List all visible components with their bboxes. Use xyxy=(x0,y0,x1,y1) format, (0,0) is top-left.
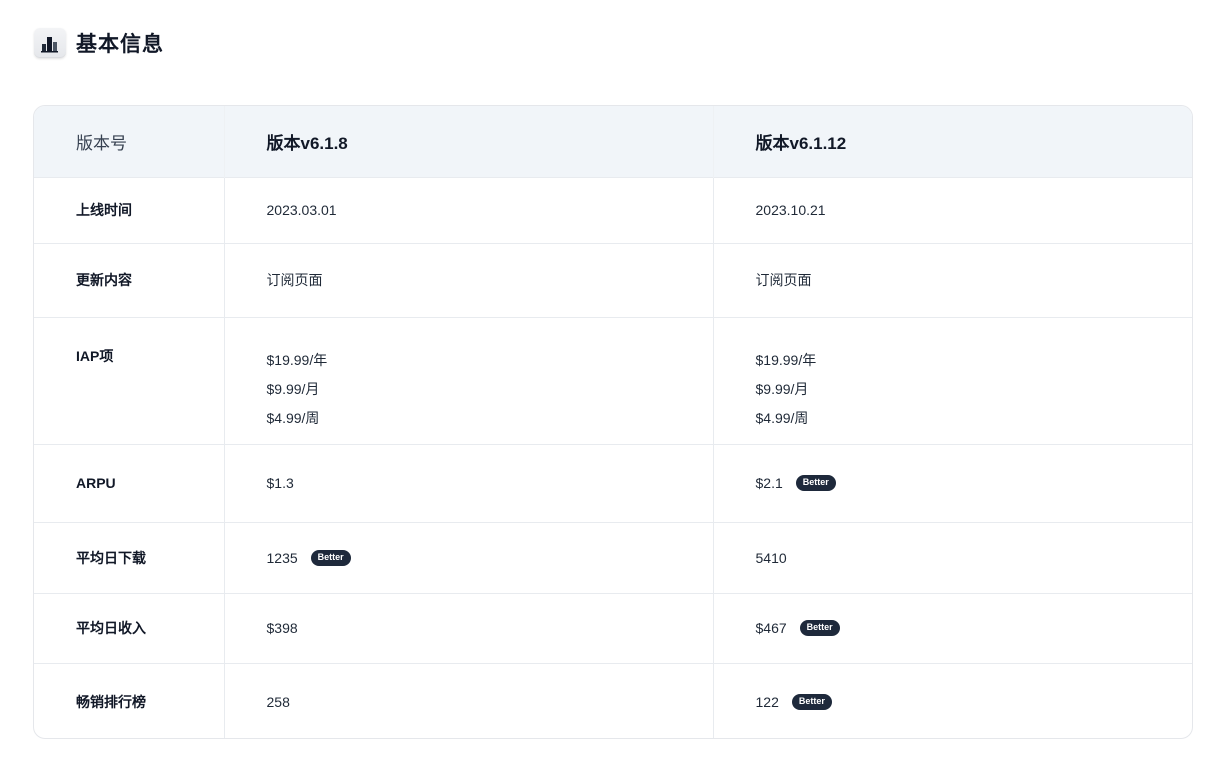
row-label-ranking: 畅销排行榜 xyxy=(34,662,224,738)
cell-arpu-v2: $2.1 Better xyxy=(712,443,1192,522)
cell-revenue-v1: $398 xyxy=(223,592,713,663)
cell-iap-v1: $19.99/年 $9.99/月 $4.99/周 xyxy=(223,316,713,444)
iap-price-weekly: $4.99/周 xyxy=(755,409,809,426)
cell-ranking-v2: 122 Better xyxy=(712,662,1192,738)
iap-price-monthly: $9.99/月 xyxy=(755,380,809,397)
better-badge: Better xyxy=(799,620,840,636)
downloads-v1-value: 1235 xyxy=(266,549,298,566)
cell-update-v1: 订阅页面 xyxy=(223,242,713,317)
better-badge: Better xyxy=(795,475,836,491)
cell-launch-v1: 2023.03.01 xyxy=(223,176,713,243)
header-version-label: 版本号 xyxy=(76,133,127,153)
cell-update-v2: 订阅页面 xyxy=(712,242,1192,317)
cell-downloads-v1: 1235 Better xyxy=(223,521,713,593)
cell-launch-v2: 2023.10.21 xyxy=(712,176,1192,243)
section-header: 基本信息 xyxy=(34,28,164,58)
row-label-launch: 上线时间 xyxy=(34,176,224,243)
table-header-row: 版本号 版本v6.1.8 版本v6.1.12 xyxy=(34,106,1192,177)
iap-price-weekly: $4.99/周 xyxy=(266,409,320,426)
table-row: 畅销排行榜 258 122 Better xyxy=(34,662,1192,738)
table-row: 上线时间 2023.03.01 2023.10.21 xyxy=(34,176,1192,243)
row-label-downloads: 平均日下载 xyxy=(34,521,224,593)
table-row: 更新内容 订阅页面 订阅页面 xyxy=(34,242,1192,317)
table-row: IAP项 $19.99/年 $9.99/月 $4.99/周 $19.99/年 $… xyxy=(34,316,1192,444)
iap-price-yearly: $19.99/年 xyxy=(755,351,817,368)
revenue-v2-value: $467 xyxy=(755,620,787,636)
ranking-v2-value: 122 xyxy=(755,693,779,710)
arpu-v2-value: $2.1 xyxy=(755,475,783,491)
section-title: 基本信息 xyxy=(76,33,164,56)
cell-revenue-v2: $467 Better xyxy=(712,592,1192,663)
row-label-iap: IAP项 xyxy=(34,316,224,444)
iap-price-yearly: $19.99/年 xyxy=(266,351,328,368)
row-label-update: 更新内容 xyxy=(34,242,224,317)
better-badge: Better xyxy=(791,693,832,710)
table-row: ARPU $1.3 $2.1 Better xyxy=(34,443,1192,522)
iap-price-monthly: $9.99/月 xyxy=(266,380,320,397)
better-badge: Better xyxy=(310,549,351,566)
header-version-2: 版本v6.1.12 xyxy=(712,106,1192,177)
row-label-revenue: 平均日收入 xyxy=(34,592,224,663)
table-row: 平均日下载 1235 Better 5410 xyxy=(34,521,1192,593)
cell-downloads-v2: 5410 xyxy=(712,521,1192,593)
table-row: 平均日收入 $398 $467 Better xyxy=(34,592,1192,663)
header-version-1: 版本v6.1.8 xyxy=(223,106,713,177)
comparison-table: 版本号 版本v6.1.8 版本v6.1.12 上线时间 2023.03.01 2… xyxy=(33,105,1193,739)
cell-arpu-v1: $1.3 xyxy=(223,443,713,522)
cell-iap-v2: $19.99/年 $9.99/月 $4.99/周 xyxy=(712,316,1192,444)
cell-ranking-v1: 258 xyxy=(223,662,713,738)
bar-chart-icon xyxy=(34,28,66,58)
row-label-arpu: ARPU xyxy=(34,443,224,522)
